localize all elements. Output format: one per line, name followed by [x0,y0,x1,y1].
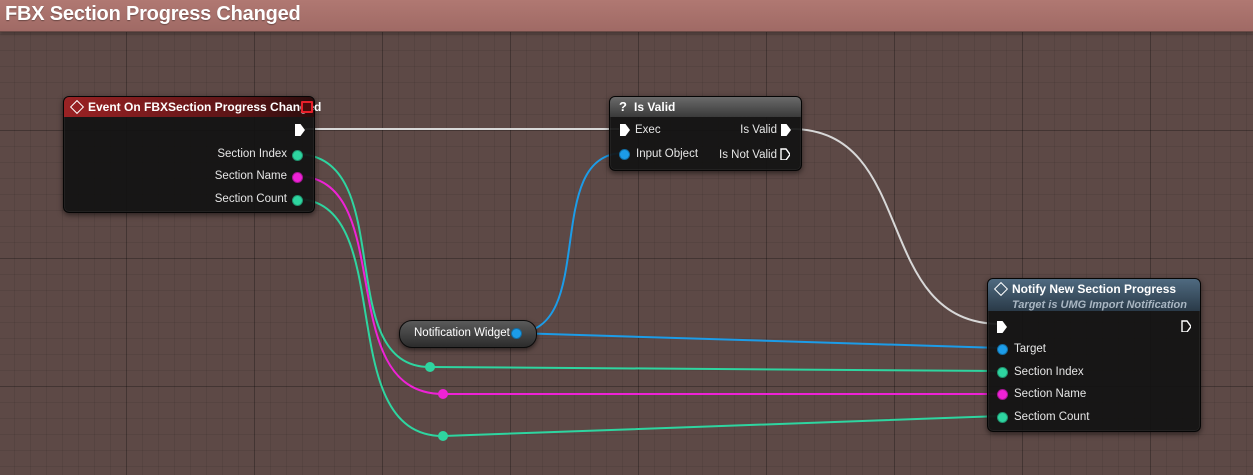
section-count-input-label: Sectiom Count [1014,411,1090,423]
input-object-label: Input Object [636,148,699,160]
is-valid-node[interactable]: ? Is Valid Exec Input Object Is Valid Is… [609,96,802,171]
section-count-output-label: Section Count [214,193,287,205]
question-mark-icon: ? [619,99,627,114]
is-not-valid-exec-out-pin[interactable] [780,148,790,160]
section-count-input-pin[interactable] [997,412,1008,423]
notification-widget-label: Notification Widget [414,327,510,339]
graph-title-bar: FBX Section Progress Changed [0,0,1253,32]
section-name-output-pin[interactable] [292,172,303,183]
section-index-output-label: Section Index [217,148,287,160]
is-not-valid-output-label: Is Not Valid [719,149,777,161]
event-node-title: Event On FBXSection Progress Changed [88,100,322,114]
is-valid-output-label: Is Valid [740,124,777,136]
name-wire-section-name[interactable] [295,175,1001,395]
notify-exec-out-pin[interactable] [1181,320,1191,332]
section-count-output-pin[interactable] [292,195,303,206]
section-index-input-pin[interactable] [997,367,1008,378]
event-diamond-icon [69,99,85,115]
exec-in-pin[interactable] [620,124,630,136]
event-node-header[interactable]: Event On FBXSection Progress Changed [64,97,321,117]
target-input-pin[interactable] [997,344,1008,355]
exec-wire-isvalid-to-notify[interactable] [790,128,1002,325]
reroute-knot-section-name[interactable] [438,389,448,399]
section-index-output-pin[interactable] [292,150,303,161]
section-index-input-label: Section Index [1014,366,1084,378]
event-node[interactable]: Event On FBXSection Progress Changed Sec… [63,96,321,213]
section-name-output-label: Section Name [214,170,287,182]
exec-input-label: Exec [635,124,661,136]
section-name-input-label: Section Name [1014,388,1087,400]
input-object-pin[interactable] [619,149,630,160]
is-valid-node-header[interactable]: ? Is Valid [610,97,801,117]
notification-widget-output-pin[interactable] [511,328,522,339]
notification-widget-variable-node[interactable]: Notification Widget [399,320,537,348]
graph-title: FBX Section Progress Changed [5,3,301,25]
exec-out-pin[interactable] [295,124,305,136]
notify-node-title: Notify New Section Progress [1012,282,1177,296]
reroute-knot-section-count[interactable] [438,431,448,441]
section-name-input-pin[interactable] [997,389,1008,400]
notify-exec-in-pin[interactable] [997,321,1007,333]
is-valid-exec-out-pin[interactable] [781,124,791,136]
notify-node-subtitle: Target is UMG Import Notification [1012,299,1187,311]
notify-section-progress-node[interactable]: Notify New Section Progress Target is UM… [987,278,1201,432]
delegate-pin-icon[interactable] [301,101,313,113]
notify-node-header[interactable]: Notify New Section Progress Target is UM… [988,279,1200,311]
is-valid-node-title: Is Valid [634,100,676,114]
object-wire-variable-to-target[interactable] [514,332,1002,349]
object-wire-variable-to-isvalid[interactable] [514,152,625,334]
reroute-knot-section-index[interactable] [425,362,435,372]
target-input-label: Target [1014,343,1046,355]
int-wire-section-count[interactable] [295,198,1002,438]
function-diamond-icon [993,281,1009,297]
